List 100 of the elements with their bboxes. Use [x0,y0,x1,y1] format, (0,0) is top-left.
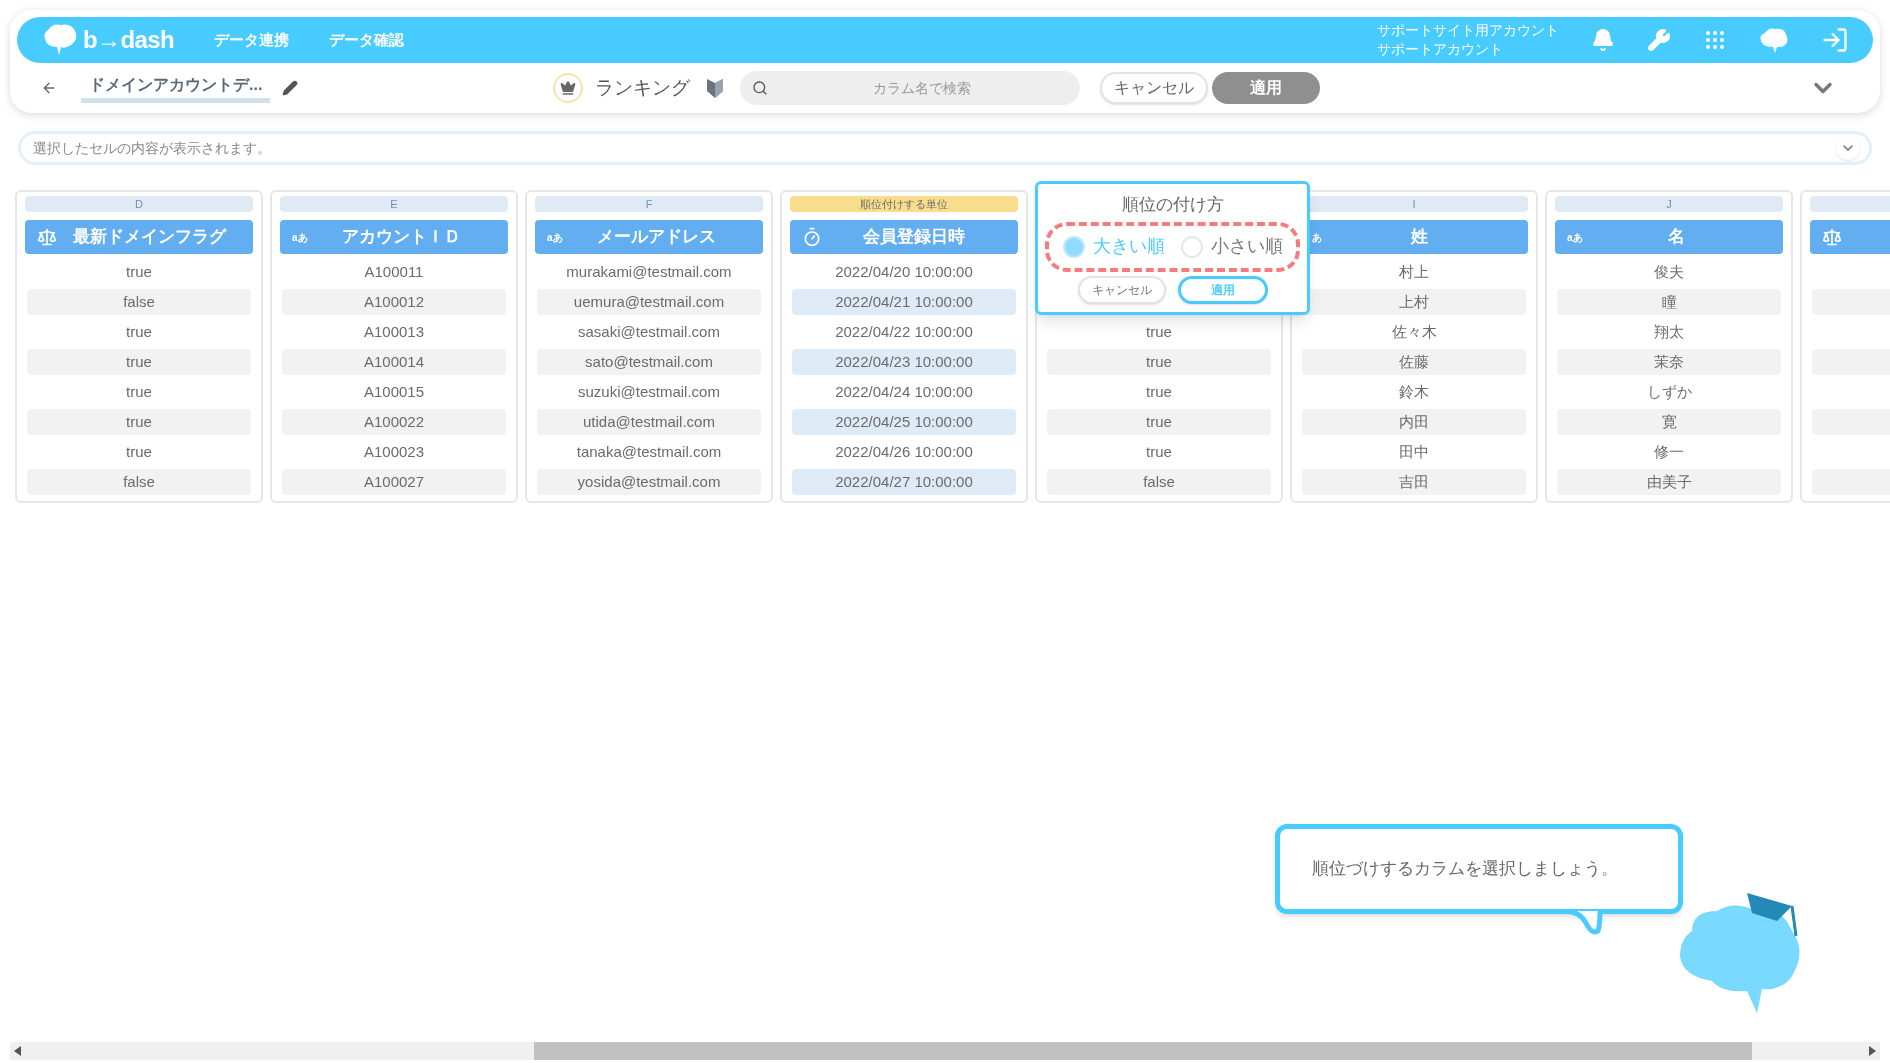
table-cell[interactable]: murakami@testmail.com [537,259,761,285]
cell-preview-field[interactable]: 選択したセルの内容が表示されます。 [18,131,1872,165]
logo-text: b→dash [83,25,175,55]
sort-option[interactable]: 小さい順 [1180,233,1283,260]
scale-icon [1822,227,1842,247]
back-icon[interactable] [41,80,57,96]
table-cell[interactable]: 佐藤 [1302,349,1526,375]
table-cell[interactable]: false [27,289,251,315]
logout-icon[interactable] [1821,26,1849,54]
popup-title: 順位の付け方 [1121,194,1224,216]
table-cell[interactable]: true [1047,439,1271,465]
table-cell[interactable]: 瞳 [1557,289,1781,315]
text-type-icon: あ [1312,229,1322,245]
mode-title: ランキング [595,75,691,100]
cloud-icon[interactable] [1759,27,1789,53]
scroll-right-icon[interactable] [1868,1046,1876,1056]
table-cell[interactable]: 2022/04/24 10:00:00 [792,379,1016,405]
column-title: 名 [1667,226,1687,249]
column-title: 会員登録日時 [862,226,966,249]
table-cell[interactable]: A100023 [282,439,506,465]
table-cell[interactable]: suzuki@testmail.com [537,379,761,405]
apply-button[interactable]: 適用 [1212,72,1321,104]
table-cell[interactable]: しずか [1557,379,1781,405]
table-cell[interactable]: true [27,439,251,465]
column-letter: J [1555,196,1783,212]
cancel-button[interactable]: キャンセル [1077,275,1166,304]
text-type-icon: aあ [547,229,563,245]
radio-button[interactable] [1180,235,1203,258]
table-cell[interactable]: true [27,319,251,345]
notification-icon[interactable] [1591,28,1615,52]
table-cell[interactable]: sasaki@testmail.com [537,319,761,345]
chevron-icon[interactable] [1836,136,1860,160]
table-cell[interactable]: 吉田 [1302,469,1526,495]
sheet-title[interactable]: ドメインアカウントデ... [81,73,271,103]
table-cell[interactable]: 2022/04/25 10:00:00 [792,409,1016,435]
table-cell[interactable]: 翔太 [1557,319,1781,345]
table-cell[interactable]: 2022/04/22 10:00:00 [792,319,1016,345]
apps-grid-icon[interactable] [1703,28,1727,52]
table-cell[interactable]: true [27,349,251,375]
crown-icon [553,73,584,103]
table-cell[interactable]: tanaka@testmail.com [537,439,761,465]
table-cell[interactable]: 由美子 [1557,469,1781,495]
text-type-icon: aあ [1567,229,1583,245]
table-cell[interactable]: true [1047,409,1271,435]
column-title: メールアドレス [596,226,718,249]
table-cell[interactable]: A100014 [282,349,506,375]
table-cell[interactable]: false [27,469,251,495]
table-cell[interactable]: A100011 [282,259,506,285]
table-cell[interactable]: utida@testmail.com [537,409,761,435]
guide-message: 順位づけするカラムを選択しましょう。 [1312,858,1618,881]
wrench-icon[interactable] [1647,28,1671,52]
table-cell[interactable]: 2022/04/27 10:00:00 [792,469,1016,495]
column-title: 最新ドメインフラグ [71,226,228,249]
table-cell[interactable]: 茉奈 [1557,349,1781,375]
table-cell[interactable]: yosida@testmail.com [537,469,761,495]
table-cell[interactable]: A100013 [282,319,506,345]
column-title: アカウントＩＤ [341,226,463,249]
edit-icon[interactable] [282,80,299,96]
table-cell[interactable]: A100015 [282,379,506,405]
option-label: 小さい順 [1210,235,1283,258]
account-name: サポートサイト用アカウント [1377,21,1559,40]
column-letter: D [25,196,253,212]
table-cell[interactable]: 佐々木 [1302,319,1526,345]
horizontal-scrollbar[interactable] [10,1042,1880,1060]
scrollbar-thumb[interactable] [534,1042,1752,1060]
table-cell[interactable]: 2022/04/26 10:00:00 [792,439,1016,465]
rank-unit-label: 順位付けする単位 [790,196,1018,212]
table-cell[interactable]: 2022/04/23 10:00:00 [792,349,1016,375]
table-cell[interactable]: A100012 [282,289,506,315]
table-cell[interactable]: sato@testmail.com [537,349,761,375]
table-cell[interactable]: uemura@testmail.com [537,289,761,315]
table-cell[interactable]: true [1047,349,1271,375]
table-cell[interactable]: true [27,379,251,405]
column-letter: E [280,196,508,212]
search-icon [752,80,769,96]
column-letter: F [535,196,763,212]
table-cell[interactable]: 2022/04/20 10:00:00 [792,259,1016,285]
radio-button[interactable] [1062,235,1085,258]
option-label: 大きい順 [1092,235,1165,258]
scale-icon [37,227,57,247]
table-cell[interactable]: 2022/04/21 10:00:00 [792,289,1016,315]
table-cell[interactable]: true [27,259,251,285]
table-cell[interactable]: true [27,409,251,435]
account-name: サポートアカウント [1377,40,1504,59]
table-cell[interactable]: 寛 [1557,409,1781,435]
table-cell[interactable]: 俊夫 [1557,259,1781,285]
table-cell[interactable]: A100022 [282,409,506,435]
table-cell[interactable]: 内田 [1302,409,1526,435]
table-cell[interactable]: 修一 [1557,439,1781,465]
column-title: 姓 [1409,226,1429,249]
cancel-button[interactable]: キャンセル [1100,72,1209,104]
table-cell[interactable]: 田中 [1302,439,1526,465]
table-cell[interactable]: false [1047,469,1271,495]
search-field[interactable]: カラム名で検索 [740,71,1081,105]
scroll-left-icon[interactable] [14,1046,22,1056]
table-cell[interactable]: 鈴木 [1302,379,1526,405]
table-cell[interactable]: A100027 [282,469,506,495]
table-cell[interactable]: true [1047,379,1271,405]
table-cell[interactable]: true [1047,319,1271,345]
shield-icon[interactable] [706,77,725,99]
